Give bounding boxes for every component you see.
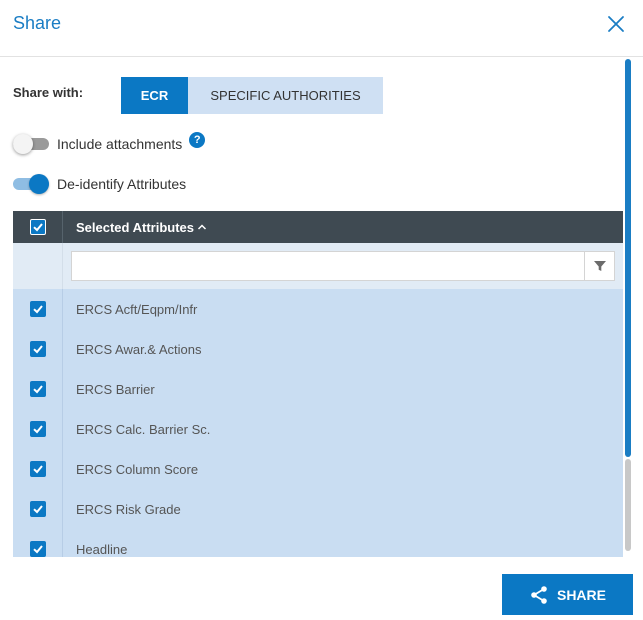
segment-ecr[interactable]: ECR — [121, 77, 188, 114]
attribute-name: ERCS Awar.& Actions — [76, 341, 202, 357]
attribute-name: ERCS Column Score — [76, 461, 199, 477]
share-with-label: Share with: — [13, 85, 84, 100]
row-checkbox-cell — [13, 449, 63, 489]
table-row[interactable]: ERCS Barrier — [13, 369, 623, 409]
filter-button[interactable] — [584, 252, 614, 280]
segment-specific-authorities[interactable]: SPECIFIC AUTHORITIES — [188, 77, 383, 114]
check-icon — [32, 545, 43, 554]
scrollbar-thumb[interactable] — [625, 59, 631, 457]
row-checkbox-cell — [13, 529, 63, 557]
dialog-header: Share — [0, 0, 643, 57]
select-all-cell — [13, 211, 63, 243]
row-checkbox[interactable] — [29, 461, 46, 477]
scrollbar-track — [625, 459, 631, 551]
deidentify-label: De-identify Attributes — [57, 176, 187, 192]
filter-input-box — [71, 251, 615, 281]
filter-icon — [593, 261, 606, 271]
column-header-selected-attributes[interactable]: Selected Attributes — [76, 220, 207, 235]
include-attachments-row: Include attachments ? — [13, 132, 206, 155]
attribute-name: ERCS Calc. Barrier Sc. — [76, 421, 211, 437]
grid-header: Selected Attributes — [13, 211, 623, 243]
filter-input[interactable] — [72, 252, 582, 280]
check-icon — [32, 305, 43, 314]
table-row[interactable]: ERCS Column Score — [13, 449, 623, 489]
attribute-name: Headline — [76, 541, 128, 557]
row-checkbox-cell — [13, 369, 63, 409]
chevron-up-icon — [197, 224, 207, 230]
deidentify-row: De-identify Attributes — [13, 173, 186, 195]
table-row[interactable]: ERCS Risk Grade — [13, 489, 623, 529]
include-attachments-label: Include attachments — [57, 136, 183, 152]
attribute-name: ERCS Acft/Eqpm/Infr — [76, 301, 198, 317]
include-attachments-toggle[interactable] — [13, 133, 49, 155]
row-checkbox-cell — [13, 409, 63, 449]
close-button[interactable] — [604, 12, 628, 36]
share-button[interactable]: SHARE — [502, 574, 633, 615]
row-checkbox-cell — [13, 329, 63, 369]
row-checkbox-cell — [13, 289, 63, 329]
scrollbar[interactable] — [623, 57, 633, 557]
row-checkbox[interactable] — [29, 421, 46, 437]
close-icon — [608, 16, 624, 32]
select-all-checkbox[interactable] — [29, 219, 46, 235]
row-checkbox[interactable] — [29, 341, 46, 357]
dialog-body: Share with: ECR SPECIFIC AUTHORITIES Inc… — [0, 57, 623, 557]
dialog-footer: SHARE — [0, 557, 643, 620]
check-icon — [32, 385, 43, 394]
table-row[interactable]: ERCS Awar.& Actions — [13, 329, 623, 369]
attribute-name: ERCS Barrier — [76, 381, 155, 397]
check-icon — [32, 223, 43, 232]
check-icon — [32, 345, 43, 354]
share-button-label: SHARE — [556, 586, 606, 603]
help-icon[interactable]: ? — [189, 132, 206, 148]
share-icon — [531, 585, 547, 604]
row-checkbox[interactable] — [29, 501, 46, 517]
row-checkbox[interactable] — [29, 381, 46, 397]
dialog-title: Share — [13, 13, 62, 33]
table-row[interactable]: ERCS Calc. Barrier Sc. — [13, 409, 623, 449]
table-row[interactable]: ERCS Acft/Eqpm/Infr — [13, 289, 623, 329]
attributes-grid: Selected Attributes ERCS Acft/Eqpm/Infr E… — [13, 211, 623, 557]
check-icon — [32, 425, 43, 434]
filter-left-cell — [13, 243, 63, 289]
row-checkbox[interactable] — [29, 541, 46, 557]
attribute-rows: ERCS Acft/Eqpm/Infr ERCS Awar.& Actions ER… — [13, 289, 623, 557]
filter-row — [13, 243, 623, 289]
column-title: Selected Attributes — [76, 219, 194, 235]
toggle-knob — [13, 134, 33, 154]
deidentify-toggle[interactable] — [13, 173, 49, 195]
check-icon — [32, 465, 43, 474]
attribute-name: ERCS Risk Grade — [76, 501, 181, 517]
check-icon — [32, 505, 43, 514]
row-checkbox[interactable] — [29, 301, 46, 317]
row-checkbox-cell — [13, 489, 63, 529]
table-row[interactable]: Headline — [13, 529, 623, 557]
toggle-knob — [29, 174, 49, 194]
